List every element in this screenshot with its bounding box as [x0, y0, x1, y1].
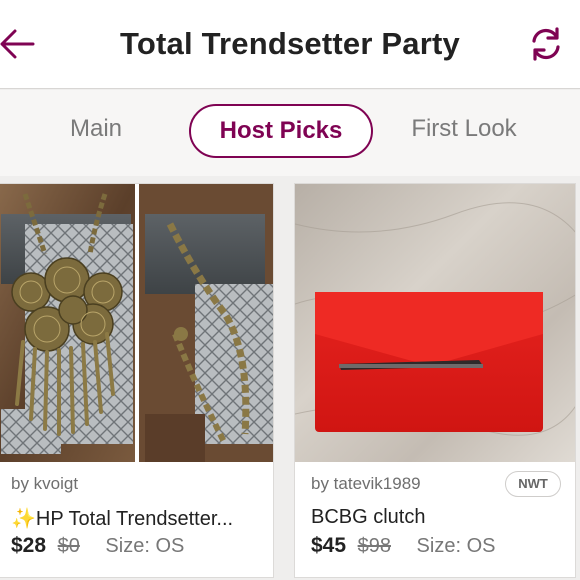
sparkles-icon: ✨ — [11, 508, 36, 530]
seller-name[interactable]: by tatevik1989 — [311, 474, 421, 494]
listing-price: $45 — [311, 534, 347, 557]
refresh-button[interactable] — [526, 24, 566, 64]
price-row: $45 $98 Size: OS — [311, 534, 495, 558]
listing-card[interactable]: by tatevik1989 NWT BCBG clutch $45 $98 S… — [294, 183, 576, 578]
listing-title[interactable]: ✨HP Total Trendsetter... — [11, 506, 269, 531]
listing-size: Size: OS — [105, 535, 185, 557]
original-price: $98 — [357, 535, 391, 557]
arrow-left-icon — [0, 29, 35, 59]
page-title: Total Trendsetter Party — [120, 26, 460, 61]
listing-size: Size: OS — [416, 535, 496, 557]
refresh-icon — [532, 27, 560, 61]
tab-main[interactable]: Main — [46, 104, 146, 158]
listing-price: $28 — [11, 534, 47, 557]
original-price: $0 — [57, 535, 80, 557]
listing-title-text: HP Total Trendsetter... — [35, 508, 234, 530]
seller-name[interactable]: by kvoigt — [11, 474, 78, 494]
listing-photo-necklace[interactable] — [0, 184, 273, 462]
tab-host-picks[interactable]: Host Picks — [189, 104, 373, 158]
listing-photo-clutch[interactable] — [295, 184, 575, 462]
listing-title[interactable]: BCBG clutch — [311, 506, 571, 529]
back-button[interactable] — [0, 24, 40, 64]
condition-badge: NWT — [505, 471, 561, 497]
tab-first-look[interactable]: First Look — [394, 104, 534, 158]
listing-card[interactable]: by kvoigt ✨HP Total Trendsetter... $28 $… — [0, 183, 274, 578]
header-bar: Total Trendsetter Party — [0, 0, 580, 89]
price-row: $28 $0 Size: OS — [11, 534, 184, 558]
tab-bar: Main Host Picks First Look — [0, 90, 580, 176]
